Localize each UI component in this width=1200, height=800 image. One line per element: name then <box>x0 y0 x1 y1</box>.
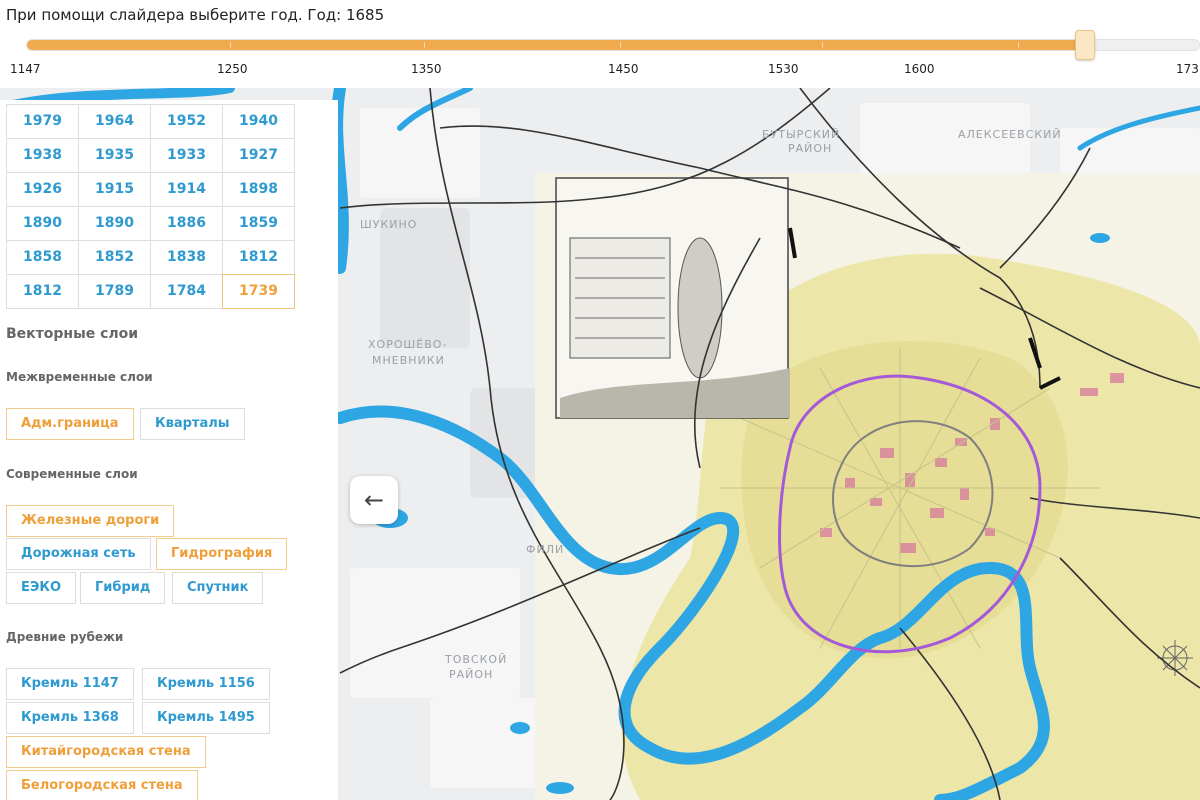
historic-map-overlay <box>535 173 1200 800</box>
slider-tick-label: 1250 <box>217 62 248 76</box>
layers-panel: 1979 1964 1952 1940 1938 1935 1933 1927 1926 1915… <box>0 100 338 800</box>
layer-button-road-network[interactable]: Дорожная сеть <box>6 538 151 570</box>
year-button[interactable]: 1852 <box>78 240 151 275</box>
year-button[interactable]: 1812 <box>6 274 79 309</box>
year-button[interactable]: 1789 <box>78 274 151 309</box>
district-label: БУТЫРСКИЙ <box>762 128 841 141</box>
back-arrow-button[interactable]: ← <box>350 476 398 524</box>
slider-tick-mark <box>1018 42 1019 48</box>
district-label: МНЕВНИКИ <box>372 354 445 367</box>
district-label: ШУКИНО <box>360 218 418 231</box>
district-label: РАЙОН <box>788 142 833 155</box>
slider-tick-label: 1450 <box>608 62 639 76</box>
layer-button-eeko[interactable]: ЕЭКО <box>6 572 77 604</box>
year-button[interactable]: 1979 <box>6 104 79 139</box>
year-button[interactable]: 1886 <box>150 206 223 241</box>
slider-fill <box>27 40 1086 50</box>
district-label: ФИЛИ <box>526 543 565 556</box>
year-button[interactable]: 1935 <box>78 138 151 173</box>
year-button[interactable]: 1890 <box>6 206 79 241</box>
layer-button-blocks[interactable]: Кварталы <box>140 408 245 440</box>
year-button[interactable]: 1952 <box>150 104 223 139</box>
year-button[interactable]: 1859 <box>222 206 295 241</box>
modern-layers-title: Современные слои <box>6 467 138 481</box>
intertemporal-layers-title: Межвременные слои <box>6 370 153 384</box>
vector-layers-title: Векторные слои <box>6 326 139 342</box>
year-button[interactable]: 1926 <box>6 172 79 207</box>
slider-tick-mark <box>822 42 823 48</box>
layer-button-kremlin-1156[interactable]: Кремль 1156 <box>142 668 270 700</box>
layer-button-kitai-gorod-wall[interactable]: Китайгородская стена <box>6 736 206 768</box>
year-button[interactable]: 1915 <box>78 172 151 207</box>
district-label: АЛЕКСЕЕВСКИЙ <box>958 128 1062 141</box>
district-label: ТОВСКОЙ <box>445 653 508 666</box>
slider-tick-label: 173 <box>1176 62 1199 76</box>
year-button[interactable]: 1940 <box>222 104 295 139</box>
layer-button-railways[interactable]: Железные дороги <box>6 505 175 537</box>
slider-tick-label: 1530 <box>768 62 799 76</box>
layer-button-kremlin-1495[interactable]: Кремль 1495 <box>142 702 270 734</box>
district-label: ХОРОШЁВО- <box>368 338 448 351</box>
year-button-grid: 1979 1964 1952 1940 1938 1935 1933 1927 1926 1915… <box>6 104 295 309</box>
year-button[interactable]: 1890 <box>78 206 151 241</box>
year-button[interactable]: 1938 <box>6 138 79 173</box>
year-button[interactable]: 1739 <box>222 274 295 309</box>
layer-button-hybrid[interactable]: Гибрид <box>80 572 166 604</box>
year-button[interactable]: 1784 <box>150 274 223 309</box>
slider-prompt: При помощи слайдера выберите год. Год: 1… <box>6 6 385 24</box>
layer-button-kremlin-1147[interactable]: Кремль 1147 <box>6 668 134 700</box>
layer-button-satellite[interactable]: Спутник <box>172 572 264 604</box>
year-button[interactable]: 1964 <box>78 104 151 139</box>
slider-tick-mark <box>620 42 621 48</box>
year-button[interactable]: 1927 <box>222 138 295 173</box>
layer-button-admin-boundary[interactable]: Адм.граница <box>6 408 134 440</box>
layer-button-belgorod-wall[interactable]: Белогородская стена <box>6 770 198 800</box>
slider-tick-mark <box>424 42 425 48</box>
year-button[interactable]: 1898 <box>222 172 295 207</box>
ancient-borders-title: Древние рубежи <box>6 630 124 644</box>
slider-tick-label: 1600 <box>904 62 935 76</box>
year-button[interactable]: 1812 <box>222 240 295 275</box>
year-button[interactable]: 1858 <box>6 240 79 275</box>
district-label: РАЙОН <box>449 668 494 681</box>
slider-track[interactable] <box>26 39 1200 51</box>
slider-handle[interactable] <box>1074 30 1095 60</box>
slider-tick-label: 1350 <box>411 62 442 76</box>
slider-tick-label: 1147 <box>10 62 41 76</box>
year-button[interactable]: 1933 <box>150 138 223 173</box>
year-button[interactable]: 1914 <box>150 172 223 207</box>
year-button[interactable]: 1838 <box>150 240 223 275</box>
layer-button-kremlin-1368[interactable]: Кремль 1368 <box>6 702 134 734</box>
layer-button-hydrography[interactable]: Гидрография <box>156 538 288 570</box>
slider-tick-mark <box>230 42 231 48</box>
year-slider-header: При помощи слайдера выберите год. Год: 1… <box>0 0 1200 88</box>
